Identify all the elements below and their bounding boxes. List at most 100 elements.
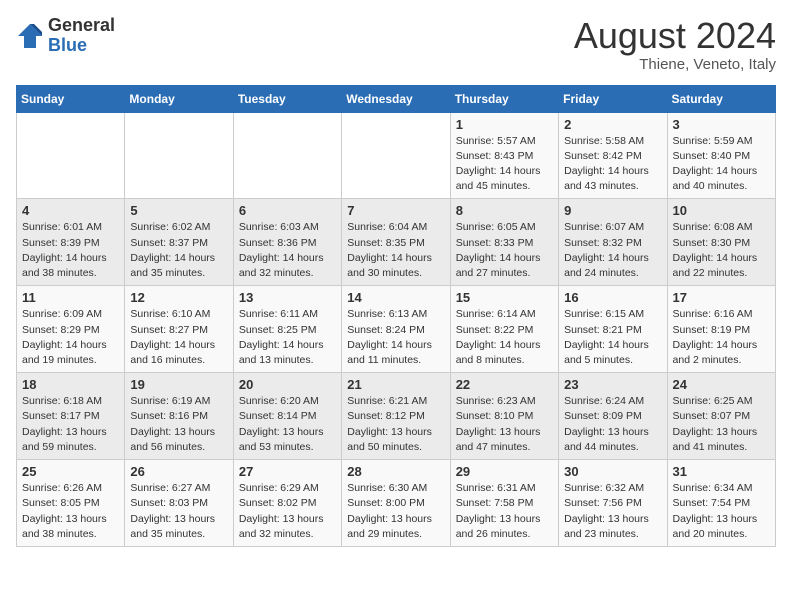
logo-icon xyxy=(16,22,44,50)
logo-general-text: General xyxy=(48,15,115,35)
day-number: 17 xyxy=(673,290,770,305)
calendar-cell xyxy=(342,112,450,199)
calendar-cell: 29Sunrise: 6:31 AMSunset: 7:58 PMDayligh… xyxy=(450,460,558,547)
day-info: Sunrise: 6:01 AMSunset: 8:39 PMDaylight:… xyxy=(22,220,119,281)
day-number: 26 xyxy=(130,464,227,479)
day-info: Sunrise: 6:16 AMSunset: 8:19 PMDaylight:… xyxy=(673,307,770,368)
calendar-cell: 21 Sunrise: 6:21 AMSunset: 8:12 PMDayligh… xyxy=(342,373,450,460)
day-number: 21 xyxy=(347,377,444,392)
calendar-cell: 13 Sunrise: 6:11 AMSunset: 8:25 PMDayligh… xyxy=(233,286,341,373)
day-number: 2 xyxy=(564,117,661,132)
weekday-saturday: Saturday xyxy=(667,85,775,112)
day-info: Sunrise: 6:20 AMSunset: 8:14 PMDaylight:… xyxy=(239,394,336,455)
day-info: Sunrise: 6:11 AMSunset: 8:25 PMDaylight:… xyxy=(239,307,336,368)
day-info: Sunrise: 6:30 AMSunset: 8:00 PMDaylight:… xyxy=(347,481,444,542)
calendar-cell: 4 Sunrise: 6:01 AMSunset: 8:39 PMDaylight… xyxy=(17,199,125,286)
title-block: August 2024 Thiene, Veneto, Italy xyxy=(574,16,776,73)
calendar-cell: 2 Sunrise: 5:58 AMSunset: 8:42 PMDaylight… xyxy=(559,112,667,199)
day-info: Sunrise: 6:32 AMSunset: 7:56 PMDaylight:… xyxy=(564,481,661,542)
day-info: Sunrise: 6:10 AMSunset: 8:27 PMDaylight:… xyxy=(130,307,227,368)
day-info: Sunrise: 6:21 AMSunset: 8:12 PMDaylight:… xyxy=(347,394,444,455)
day-info: Sunrise: 6:24 AMSunset: 8:09 PMDaylight:… xyxy=(564,394,661,455)
calendar-cell: 27Sunrise: 6:29 AMSunset: 8:02 PMDayligh… xyxy=(233,460,341,547)
day-number: 30 xyxy=(564,464,661,479)
weekday-header-row: SundayMondayTuesdayWednesdayThursdayFrid… xyxy=(17,85,776,112)
day-info: Sunrise: 6:27 AMSunset: 8:03 PMDaylight:… xyxy=(130,481,227,542)
calendar-header: SundayMondayTuesdayWednesdayThursdayFrid… xyxy=(17,85,776,112)
weekday-monday: Monday xyxy=(125,85,233,112)
location-subtitle: Thiene, Veneto, Italy xyxy=(574,56,776,73)
day-number: 6 xyxy=(239,203,336,218)
calendar-cell: 5Sunrise: 6:02 AMSunset: 8:37 PMDaylight… xyxy=(125,199,233,286)
calendar-week-4: 25 Sunrise: 6:26 AMSunset: 8:05 PMDayligh… xyxy=(17,460,776,547)
calendar-cell: 11Sunrise: 6:09 AMSunset: 8:29 PMDayligh… xyxy=(17,286,125,373)
calendar-cell: 17 Sunrise: 6:16 AMSunset: 8:19 PMDayligh… xyxy=(667,286,775,373)
day-info: Sunrise: 6:07 AMSunset: 8:32 PMDaylight:… xyxy=(564,220,661,281)
calendar-cell: 3 Sunrise: 5:59 AMSunset: 8:40 PMDaylight… xyxy=(667,112,775,199)
calendar-cell: 12Sunrise: 6:10 AMSunset: 8:27 PMDayligh… xyxy=(125,286,233,373)
weekday-thursday: Thursday xyxy=(450,85,558,112)
day-info: Sunrise: 6:04 AMSunset: 8:35 PMDaylight:… xyxy=(347,220,444,281)
day-number: 3 xyxy=(673,117,770,132)
calendar-cell: 22 Sunrise: 6:23 AMSunset: 8:10 PMDayligh… xyxy=(450,373,558,460)
calendar-cell: 14 Sunrise: 6:13 AMSunset: 8:24 PMDayligh… xyxy=(342,286,450,373)
day-number: 13 xyxy=(239,290,336,305)
day-number: 22 xyxy=(456,377,553,392)
calendar-cell xyxy=(233,112,341,199)
calendar-cell: 31Sunrise: 6:34 AMSunset: 7:54 PMDayligh… xyxy=(667,460,775,547)
calendar-cell: 8 Sunrise: 6:05 AMSunset: 8:33 PMDaylight… xyxy=(450,199,558,286)
calendar-cell: 26 Sunrise: 6:27 AMSunset: 8:03 PMDayligh… xyxy=(125,460,233,547)
day-number: 8 xyxy=(456,203,553,218)
day-info: Sunrise: 6:02 AMSunset: 8:37 PMDaylight:… xyxy=(130,220,227,281)
calendar-week-2: 11Sunrise: 6:09 AMSunset: 8:29 PMDayligh… xyxy=(17,286,776,373)
day-number: 11 xyxy=(22,290,119,305)
day-number: 25 xyxy=(22,464,119,479)
day-number: 16 xyxy=(564,290,661,305)
day-number: 9 xyxy=(564,203,661,218)
logo: General Blue xyxy=(16,16,115,56)
day-info: Sunrise: 6:31 AMSunset: 7:58 PMDaylight:… xyxy=(456,481,553,542)
day-info: Sunrise: 6:19 AMSunset: 8:16 PMDaylight:… xyxy=(130,394,227,455)
day-number: 18 xyxy=(22,377,119,392)
calendar-cell xyxy=(125,112,233,199)
calendar-cell: 1Sunrise: 5:57 AMSunset: 8:43 PMDaylight… xyxy=(450,112,558,199)
calendar-cell: 25 Sunrise: 6:26 AMSunset: 8:05 PMDayligh… xyxy=(17,460,125,547)
weekday-tuesday: Tuesday xyxy=(233,85,341,112)
day-info: Sunrise: 6:08 AMSunset: 8:30 PMDaylight:… xyxy=(673,220,770,281)
day-info: Sunrise: 6:25 AMSunset: 8:07 PMDaylight:… xyxy=(673,394,770,455)
calendar-week-3: 18 Sunrise: 6:18 AMSunset: 8:17 PMDayligh… xyxy=(17,373,776,460)
calendar-cell: 23 Sunrise: 6:24 AMSunset: 8:09 PMDayligh… xyxy=(559,373,667,460)
day-number: 15 xyxy=(456,290,553,305)
day-info: Sunrise: 6:23 AMSunset: 8:10 PMDaylight:… xyxy=(456,394,553,455)
day-info: Sunrise: 6:29 AMSunset: 8:02 PMDaylight:… xyxy=(239,481,336,542)
day-number: 7 xyxy=(347,203,444,218)
calendar-week-1: 4 Sunrise: 6:01 AMSunset: 8:39 PMDaylight… xyxy=(17,199,776,286)
day-info: Sunrise: 6:03 AMSunset: 8:36 PMDaylight:… xyxy=(239,220,336,281)
day-number: 4 xyxy=(22,203,119,218)
weekday-sunday: Sunday xyxy=(17,85,125,112)
day-info: Sunrise: 5:59 AMSunset: 8:40 PMDaylight:… xyxy=(673,134,770,195)
calendar-cell: 6 Sunrise: 6:03 AMSunset: 8:36 PMDaylight… xyxy=(233,199,341,286)
calendar-table: SundayMondayTuesdayWednesdayThursdayFrid… xyxy=(16,85,776,547)
month-year-title: August 2024 xyxy=(574,16,776,56)
day-info: Sunrise: 6:26 AMSunset: 8:05 PMDaylight:… xyxy=(22,481,119,542)
day-info: Sunrise: 5:58 AMSunset: 8:42 PMDaylight:… xyxy=(564,134,661,195)
day-info: Sunrise: 6:14 AMSunset: 8:22 PMDaylight:… xyxy=(456,307,553,368)
day-info: Sunrise: 6:05 AMSunset: 8:33 PMDaylight:… xyxy=(456,220,553,281)
day-number: 28 xyxy=(347,464,444,479)
day-info: Sunrise: 6:13 AMSunset: 8:24 PMDaylight:… xyxy=(347,307,444,368)
weekday-friday: Friday xyxy=(559,85,667,112)
calendar-cell: 9 Sunrise: 6:07 AMSunset: 8:32 PMDaylight… xyxy=(559,199,667,286)
day-info: Sunrise: 6:18 AMSunset: 8:17 PMDaylight:… xyxy=(22,394,119,455)
weekday-wednesday: Wednesday xyxy=(342,85,450,112)
day-number: 10 xyxy=(673,203,770,218)
day-number: 23 xyxy=(564,377,661,392)
calendar-cell: 7 Sunrise: 6:04 AMSunset: 8:35 PMDaylight… xyxy=(342,199,450,286)
calendar-cell: 28 Sunrise: 6:30 AMSunset: 8:00 PMDayligh… xyxy=(342,460,450,547)
day-number: 19 xyxy=(130,377,227,392)
day-number: 14 xyxy=(347,290,444,305)
calendar-cell: 15 Sunrise: 6:14 AMSunset: 8:22 PMDayligh… xyxy=(450,286,558,373)
calendar-cell xyxy=(17,112,125,199)
page-header: General Blue August 2024 Thiene, Veneto,… xyxy=(16,16,776,73)
calendar-cell: 18 Sunrise: 6:18 AMSunset: 8:17 PMDayligh… xyxy=(17,373,125,460)
